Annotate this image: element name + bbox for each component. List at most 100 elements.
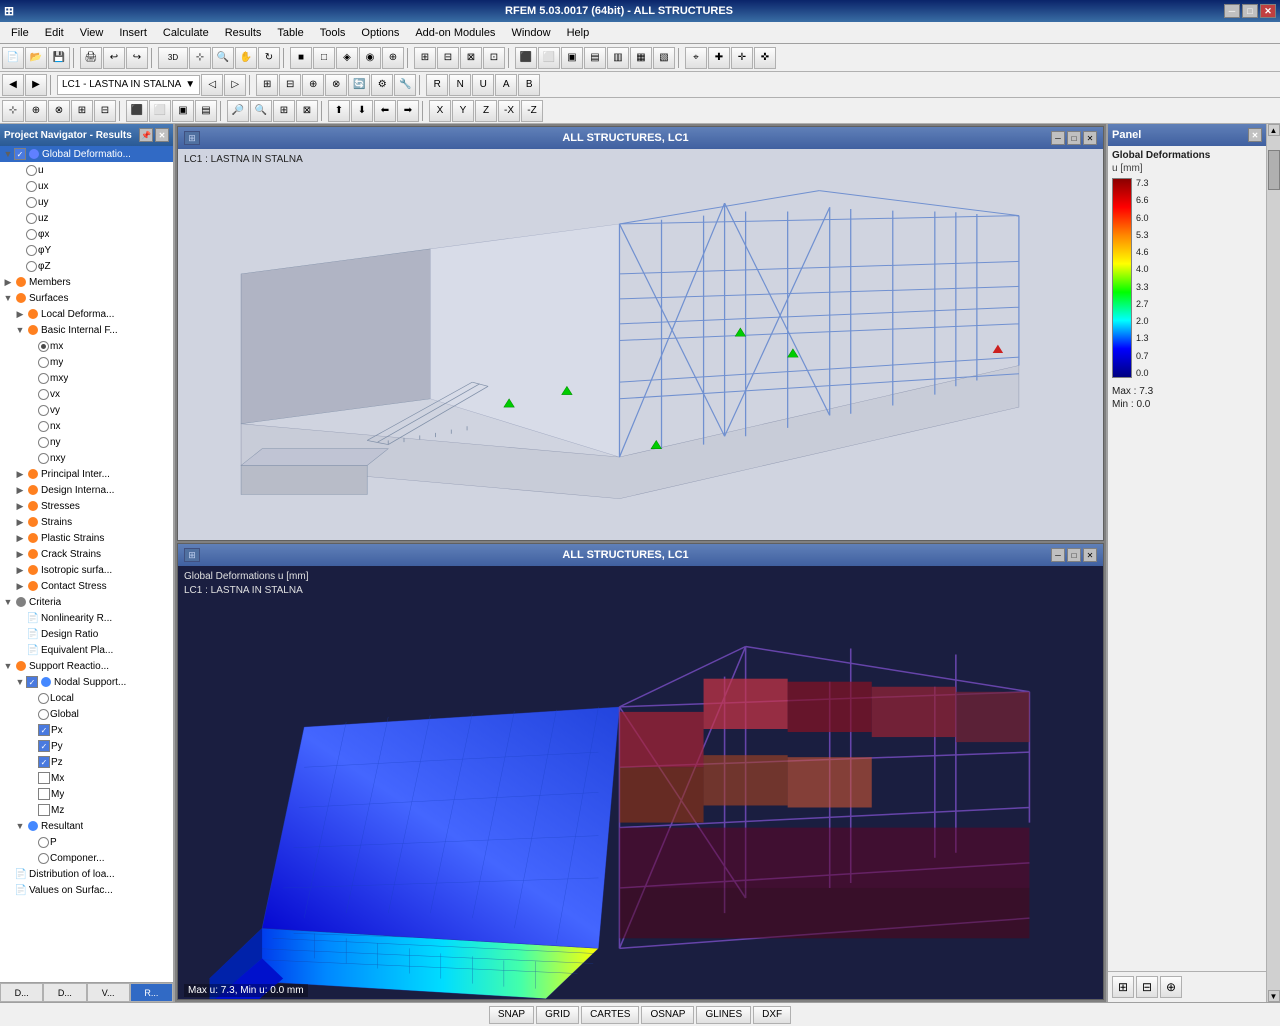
tree-item-mx[interactable]: mx — [0, 338, 173, 354]
tree-rb-my[interactable] — [38, 357, 49, 368]
tb-open[interactable]: 📂 — [25, 47, 47, 69]
tree-item-nonlinearity[interactable]: 📄Nonlinearity R... — [0, 610, 173, 626]
tb-select[interactable]: ⊹ — [189, 47, 211, 69]
panel-icon-3[interactable]: ⊕ — [1160, 976, 1182, 998]
tb-print[interactable]: 🖨 — [80, 47, 102, 69]
restore-button[interactable]: □ — [1242, 4, 1258, 18]
tb-rotate[interactable]: ↻ — [258, 47, 280, 69]
tree-item-local-deform[interactable]: ▶Local Deforma... — [0, 306, 173, 322]
status-btn-cartes[interactable]: CARTES — [581, 1006, 639, 1024]
tb-row3-btn15[interactable]: ⬇ — [351, 100, 373, 122]
viewport-bottom-content[interactable]: Global Deformations u [mm] LC1 : LASTNA … — [178, 566, 1103, 999]
tb-row2-btn2[interactable]: ▶ — [25, 74, 47, 96]
tb-3d[interactable]: 3D — [158, 47, 188, 69]
scroll-thumb[interactable] — [1268, 150, 1280, 190]
vp-top-icon[interactable]: ⊞ — [184, 131, 200, 145]
vp-bottom-icon[interactable]: ⊞ — [184, 548, 200, 562]
panel-icon-1[interactable]: ⊞ — [1112, 976, 1134, 998]
tree-item-surfaces[interactable]: ▼Surfaces — [0, 290, 173, 306]
tree-rb-phix[interactable] — [26, 229, 37, 240]
tb-row3-btn21[interactable]: -X — [498, 100, 520, 122]
tree-rb-global[interactable] — [38, 709, 49, 720]
menu-item-options[interactable]: Options — [354, 24, 406, 42]
tb-row3-btn2[interactable]: ⊕ — [25, 100, 47, 122]
tree-item-phiz[interactable]: φZ — [0, 258, 173, 274]
scroll-down-arrow[interactable]: ▼ — [1268, 990, 1280, 1002]
tb-row3-btn16[interactable]: ⬅ — [374, 100, 396, 122]
tb-btn-6[interactable]: □ — [313, 47, 335, 69]
tree-item-design-internal[interactable]: ▶Design Interna... — [0, 482, 173, 498]
tree-item-members[interactable]: ▶Members — [0, 274, 173, 290]
tree-item-vx[interactable]: vx — [0, 386, 173, 402]
tree-item-principal-int[interactable]: ▶Principal Inter... — [0, 466, 173, 482]
vp-top-restore[interactable]: □ — [1067, 131, 1081, 145]
tb-btn-17[interactable]: ▤ — [584, 47, 606, 69]
tree-rb-nxy[interactable] — [38, 453, 49, 464]
tree-cb-px[interactable] — [38, 724, 50, 736]
tb-new[interactable]: 📄 — [2, 47, 24, 69]
tree-item-my2[interactable]: My — [0, 786, 173, 802]
tree-item-distrib-load[interactable]: 📄Distribution of loa... — [0, 866, 173, 882]
tree-item-stresses[interactable]: ▶Stresses — [0, 498, 173, 514]
panel-close-btn[interactable]: ✕ — [1248, 128, 1262, 142]
tb-undo[interactable]: ↩ — [103, 47, 125, 69]
tree-rb-ny[interactable] — [38, 437, 49, 448]
tb-btn-22[interactable]: ✚ — [708, 47, 730, 69]
tb-btn-9[interactable]: ⊕ — [382, 47, 404, 69]
tb-row2-btn12[interactable]: R — [426, 74, 448, 96]
tree-item-mz2[interactable]: Mz — [0, 802, 173, 818]
tb-btn-8[interactable]: ◉ — [359, 47, 381, 69]
menu-item-calculate[interactable]: Calculate — [156, 24, 216, 42]
viewport-top-content[interactable]: LC1 : LASTNA IN STALNA — [178, 149, 1103, 540]
vp-bottom-close[interactable]: ✕ — [1083, 548, 1097, 562]
tree-item-contact-stress[interactable]: ▶Contact Stress — [0, 578, 173, 594]
tree-item-px[interactable]: Px — [0, 722, 173, 738]
tree-item-design-ratio[interactable]: 📄Design Ratio — [0, 626, 173, 642]
tree-rb-uz[interactable] — [26, 213, 37, 224]
tree-cb-pz[interactable] — [38, 756, 50, 768]
tree-item-components[interactable]: Componer... — [0, 850, 173, 866]
status-btn-dxf[interactable]: DXF — [753, 1006, 791, 1024]
tree-rb-vx[interactable] — [38, 389, 49, 400]
tb-row2-btn1[interactable]: ◀ — [2, 74, 24, 96]
scroll-up-arrow[interactable]: ▲ — [1268, 124, 1280, 136]
tree-item-support-react[interactable]: ▼Support Reactio... — [0, 658, 173, 674]
tb-row2-btn14[interactable]: U — [472, 74, 494, 96]
tree-rb-p[interactable] — [38, 837, 49, 848]
tb-row3-btn20[interactable]: Z — [475, 100, 497, 122]
tb-row3-btn3[interactable]: ⊗ — [48, 100, 70, 122]
tb-row2-btn15[interactable]: A — [495, 74, 517, 96]
tb-row3-btn12[interactable]: ⊞ — [273, 100, 295, 122]
tb-btn-19[interactable]: ▦ — [630, 47, 652, 69]
tree-item-my[interactable]: my — [0, 354, 173, 370]
tree-cb-mz2[interactable] — [38, 804, 50, 816]
vp-top-minimize[interactable]: ─ — [1051, 131, 1065, 145]
tree-item-uy[interactable]: uy — [0, 194, 173, 210]
tb-btn-10[interactable]: ⊞ — [414, 47, 436, 69]
tb-row2-btn5[interactable]: ⊞ — [256, 74, 278, 96]
menu-item-add-on-modules[interactable]: Add-on Modules — [408, 24, 502, 42]
tree-item-strains[interactable]: ▶Strains — [0, 514, 173, 530]
tb-row3-btn18[interactable]: X — [429, 100, 451, 122]
tree-item-resultant[interactable]: ▼Resultant — [0, 818, 173, 834]
tree-item-ny[interactable]: ny — [0, 434, 173, 450]
tree-item-phiy[interactable]: φY — [0, 242, 173, 258]
tb-row3-btn1[interactable]: ⊹ — [2, 100, 24, 122]
tb-btn-18[interactable]: ▥ — [607, 47, 629, 69]
tb-row3-btn6[interactable]: ⬛ — [126, 100, 148, 122]
tb-btn-5[interactable]: ■ — [290, 47, 312, 69]
tree-item-crack-strains[interactable]: ▶Crack Strains — [0, 546, 173, 562]
tb-row2-btn11[interactable]: 🔧 — [394, 74, 416, 96]
status-btn-grid[interactable]: GRID — [536, 1006, 579, 1024]
tb-zoom[interactable]: 🔍 — [212, 47, 234, 69]
tb-row3-btn14[interactable]: ⬆ — [328, 100, 350, 122]
menu-item-tools[interactable]: Tools — [313, 24, 353, 42]
tree-rb-nx[interactable] — [38, 421, 49, 432]
tree-rb-components[interactable] — [38, 853, 49, 864]
menu-item-window[interactable]: Window — [504, 24, 557, 42]
tree-item-nx[interactable]: nx — [0, 418, 173, 434]
tree-item-criteria[interactable]: ▼Criteria — [0, 594, 173, 610]
tree-item-mx2[interactable]: Mx — [0, 770, 173, 786]
tb-redo[interactable]: ↪ — [126, 47, 148, 69]
tree-item-global[interactable]: Global — [0, 706, 173, 722]
